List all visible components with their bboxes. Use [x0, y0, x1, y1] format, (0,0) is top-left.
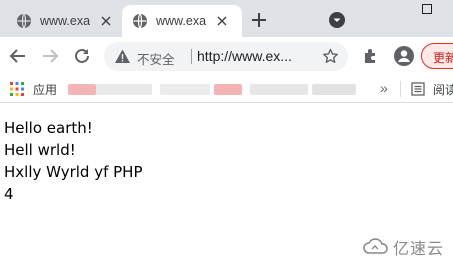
globe-icon [133, 13, 147, 29]
update-button[interactable]: 更新 [421, 43, 453, 69]
address-bar[interactable]: 不安全 http://www.ex... [104, 42, 348, 71]
cloud-logo-icon [363, 238, 388, 254]
bookmark-item[interactable] [312, 84, 356, 95]
avatar[interactable] [394, 46, 414, 66]
bookmark-item[interactable] [68, 84, 96, 95]
output-line: Hello earth! [4, 119, 93, 137]
plus-icon[interactable] [250, 11, 268, 29]
bookmark-item[interactable] [250, 84, 308, 95]
tab-active[interactable]: www.exa [122, 5, 242, 37]
tab-inactive[interactable]: www.exa [6, 5, 122, 37]
more-bookmarks-icon[interactable]: » [380, 80, 388, 96]
separator [191, 49, 192, 64]
output-line: Hxlly Wyrld yf PHP [4, 163, 143, 181]
globe-icon [17, 13, 31, 29]
close-icon[interactable] [98, 13, 114, 29]
bookmark-item[interactable] [96, 84, 152, 95]
apps-label[interactable]: 应用 [33, 81, 57, 98]
update-label: 更新 [433, 51, 453, 65]
watermark: 亿速云 [362, 236, 444, 258]
tab-strip: www.exa www.exa [0, 0, 453, 37]
puzzle-icon[interactable] [362, 47, 380, 65]
bookmarks-bar: 应用 » 阅读 [0, 75, 453, 103]
output-line: 4 [4, 185, 14, 203]
separator [400, 81, 401, 97]
watermark-text: 亿速云 [393, 241, 445, 258]
apps-grid-icon[interactable] [10, 82, 24, 96]
toolbar: 不安全 http://www.ex... 更新 [0, 37, 453, 75]
star-icon[interactable] [322, 48, 339, 65]
close-icon[interactable] [214, 13, 230, 29]
bookmark-item[interactable] [214, 84, 242, 95]
tab-title: www.exa [40, 14, 90, 28]
forward-icon[interactable] [40, 46, 60, 66]
tab-search-icon[interactable] [328, 11, 346, 29]
reload-icon[interactable] [72, 46, 92, 66]
output-line: Hell wrld! [4, 141, 76, 159]
maximize-icon[interactable] [422, 4, 432, 14]
security-status: 不安全 [137, 53, 175, 67]
warning-icon[interactable] [114, 48, 131, 65]
tab-title: www.exa [156, 14, 206, 28]
url-text[interactable]: http://www.ex... [197, 48, 292, 64]
bookmark-item[interactable] [160, 84, 210, 95]
back-icon[interactable] [8, 46, 28, 66]
reading-list-label[interactable]: 阅读 [433, 81, 453, 98]
reading-list-icon[interactable] [411, 82, 425, 96]
page-content: Hello earth! Hell wrld! Hxlly Wyrld yf P… [4, 117, 143, 205]
